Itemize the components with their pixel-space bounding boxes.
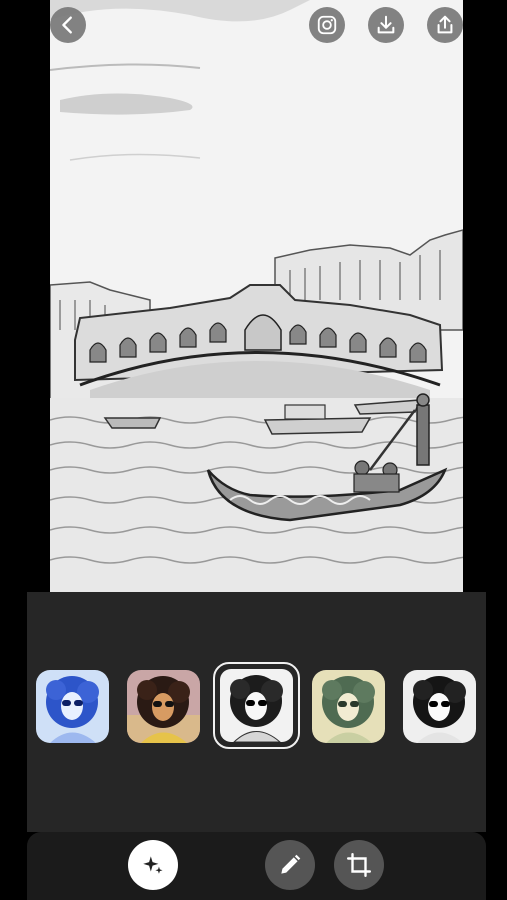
effects-tab-button[interactable]	[128, 840, 178, 890]
download-button[interactable]	[368, 7, 404, 43]
back-button[interactable]	[50, 7, 86, 43]
selected-filter-preview	[220, 669, 293, 742]
filter-panel	[27, 592, 486, 832]
filter-thumbnail-sketch-selected[interactable]	[213, 662, 300, 749]
portrait-thumbnail	[220, 669, 293, 742]
sketch-image	[50, 0, 463, 592]
edit-tab-button[interactable]	[265, 840, 315, 890]
instagram-icon	[317, 15, 337, 35]
chevron-left-icon	[62, 16, 72, 34]
filter-thumbnail-warm[interactable]	[127, 670, 200, 743]
crop-tab-button[interactable]	[334, 840, 384, 890]
sparkles-icon	[143, 856, 163, 874]
edited-photo	[50, 0, 463, 592]
filter-strip	[27, 662, 486, 750]
instagram-share-button[interactable]	[309, 7, 345, 43]
portrait-thumbnail	[127, 670, 200, 743]
share-icon	[437, 15, 453, 34]
download-icon	[377, 15, 395, 34]
filter-thumbnail-mono[interactable]	[403, 670, 476, 743]
bottom-toolbar	[27, 832, 486, 900]
filter-thumbnail-vintage[interactable]	[312, 670, 385, 743]
portrait-thumbnail	[312, 670, 385, 743]
filter-thumbnail-blue[interactable]	[36, 670, 109, 743]
portrait-thumbnail	[36, 670, 109, 743]
portrait-thumbnail	[403, 670, 476, 743]
share-button[interactable]	[427, 7, 463, 43]
screen	[0, 0, 507, 900]
pencil-icon	[281, 854, 301, 874]
crop-icon	[346, 852, 372, 878]
